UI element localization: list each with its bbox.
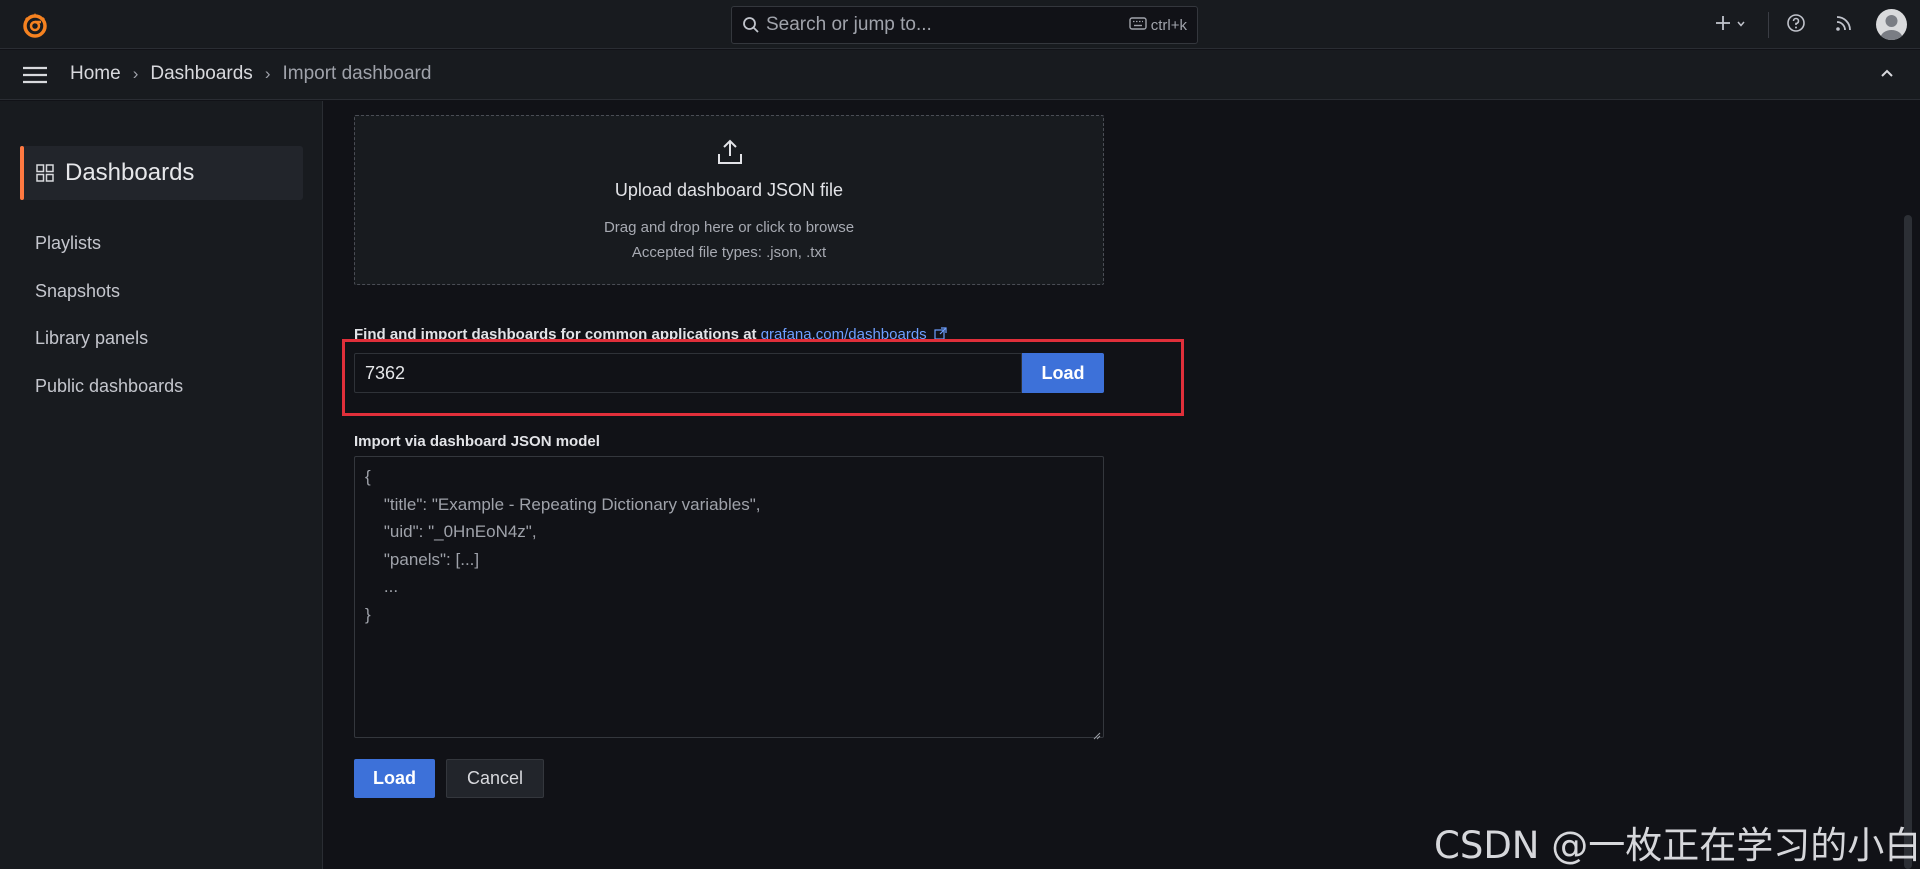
search-placeholder: Search or jump to... xyxy=(766,14,932,35)
json-placeholder-line: } xyxy=(365,604,371,624)
shortcut-text: ctrl+k xyxy=(1150,16,1187,34)
upload-accepted-types: Accepted file types: .json, .txt xyxy=(631,244,827,261)
breadcrumb-home[interactable]: Home xyxy=(70,63,121,85)
sidebar-item-playlists[interactable]: Playlists xyxy=(35,233,101,254)
watermark-text: CSDN @一枚正在学习的小白 xyxy=(1434,824,1920,867)
section-sidebar: Dashboards Playlists Snapshots Library p… xyxy=(0,101,323,869)
sidebar-item-library-panels[interactable]: Library panels xyxy=(35,328,148,349)
breadcrumb: Home › Dashboards › Import dashboard xyxy=(70,63,431,85)
load-id-button[interactable]: Load xyxy=(1022,353,1104,393)
load-button[interactable]: Load xyxy=(354,759,435,798)
upload-dropzone[interactable]: Upload dashboard JSON file Drag and drop… xyxy=(354,115,1104,285)
upload-icon xyxy=(716,138,744,166)
cancel-button[interactable]: Cancel xyxy=(446,759,544,798)
chevron-down-icon xyxy=(1736,16,1746,34)
sidebar-item-snapshots[interactable]: Snapshots xyxy=(35,281,120,302)
menu-toggle-icon[interactable] xyxy=(22,64,48,86)
resize-handle-icon[interactable] xyxy=(1093,727,1101,740)
news-button[interactable] xyxy=(1831,12,1857,38)
active-indicator xyxy=(20,146,24,200)
json-placeholder-line: "uid": "_0HnEoN4z", xyxy=(365,522,537,541)
new-menu-button[interactable] xyxy=(1710,12,1750,38)
breadcrumb-import-dashboard: Import dashboard xyxy=(282,63,432,84)
json-model-textarea[interactable]: { "title": "Example - Repeating Dictiona… xyxy=(354,456,1104,740)
plus-icon xyxy=(1714,14,1732,37)
sidebar-item-public-dashboards[interactable]: Public dashboards xyxy=(35,376,183,397)
help-icon xyxy=(1786,13,1806,38)
search-shortcut: ctrl+k xyxy=(1129,17,1187,34)
sidebar-item-dashboards[interactable]: Dashboards xyxy=(20,146,303,200)
apps-grid-icon xyxy=(36,164,54,182)
user-avatar[interactable] xyxy=(1876,9,1907,40)
json-model-label: Import via dashboard JSON model xyxy=(354,433,600,450)
page-scrollbar[interactable] xyxy=(1904,215,1912,869)
breadcrumb-dashboards[interactable]: Dashboards xyxy=(150,63,252,85)
json-placeholder-line: "panels": [...] xyxy=(365,549,480,569)
top-navbar: Search or jump to... ctrl+k xyxy=(0,0,1920,49)
collapse-header-button[interactable] xyxy=(1876,62,1898,84)
grafana-logo-icon[interactable] xyxy=(20,10,50,40)
rss-icon xyxy=(1834,13,1854,38)
keyboard-icon xyxy=(1129,16,1147,34)
breadcrumb-separator: › xyxy=(132,64,139,83)
search-bar[interactable]: Search or jump to... ctrl+k xyxy=(731,6,1198,44)
dashboard-id-input[interactable] xyxy=(354,353,1022,393)
search-icon xyxy=(742,16,760,34)
help-button[interactable] xyxy=(1783,12,1809,38)
breadcrumb-bar: Home › Dashboards › Import dashboard xyxy=(0,50,1920,100)
json-placeholder-line: { xyxy=(365,467,371,486)
breadcrumb-separator: › xyxy=(264,64,271,83)
upload-hint: Drag and drop here or click to browse xyxy=(603,219,855,236)
json-placeholder-line: ... xyxy=(365,577,399,596)
upload-title: Upload dashboard JSON file xyxy=(614,180,844,200)
sidebar-section-title: Dashboards xyxy=(65,159,195,186)
toolbar-divider xyxy=(1768,12,1769,38)
json-placeholder-line: "title": "Example - Repeating Dictionary… xyxy=(365,494,761,514)
chevron-up-icon xyxy=(1876,69,1898,88)
